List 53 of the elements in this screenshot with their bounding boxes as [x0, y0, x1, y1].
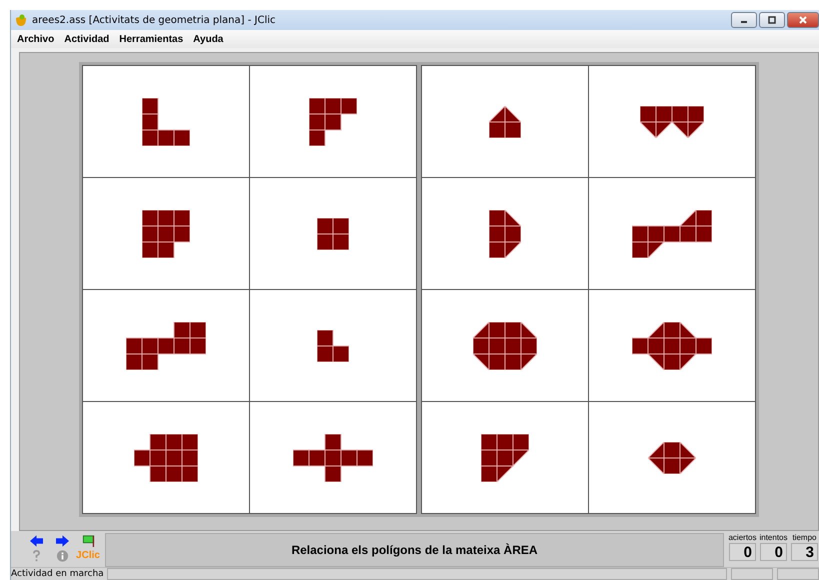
puzzle-card[interactable]	[83, 402, 249, 513]
menu-item[interactable]: Herramientas	[119, 34, 184, 44]
polygon-drawing	[317, 218, 349, 250]
counter-label: tiempo	[792, 533, 816, 543]
status-panel	[731, 568, 773, 580]
polygon-drawing	[142, 98, 190, 146]
polygon-drawing	[489, 210, 521, 258]
puzzle-card[interactable]	[422, 66, 588, 177]
polygon-drawing	[317, 330, 349, 362]
close-button[interactable]	[787, 12, 819, 28]
polygon-drawing	[134, 434, 198, 482]
forward-arrow-icon[interactable]	[56, 534, 68, 546]
puzzle-card[interactable]	[83, 290, 249, 401]
menu-item[interactable]: Actividad	[64, 34, 110, 44]
puzzle-card[interactable]	[83, 66, 249, 177]
menu-item[interactable]: Archivo	[17, 34, 54, 44]
puzzle-card[interactable]	[250, 290, 416, 401]
counter-label: aciertos	[728, 533, 756, 543]
back-arrow-icon[interactable]	[30, 534, 42, 546]
info-icon[interactable]	[56, 550, 68, 562]
polygon-drawing	[309, 98, 357, 146]
puzzle-card[interactable]	[83, 178, 249, 289]
puzzle-card[interactable]	[589, 66, 755, 177]
status-panel	[777, 568, 819, 580]
app-icon	[15, 14, 27, 26]
counter-value: 0	[760, 543, 787, 561]
activity-message: Relaciona els polígons de la mateixa ÀREA	[105, 533, 724, 567]
minimize-button[interactable]	[731, 12, 757, 28]
puzzle-card[interactable]	[589, 402, 755, 513]
polygon-drawing	[489, 106, 521, 138]
counter-label: intentos	[759, 533, 788, 543]
puzzle-card[interactable]	[589, 178, 755, 289]
polygon-drawing	[481, 434, 529, 482]
puzzle-card[interactable]	[250, 402, 416, 513]
polygon-drawing	[648, 442, 696, 474]
puzzle-card[interactable]	[250, 66, 416, 177]
puzzle-card[interactable]	[422, 402, 588, 513]
counter-value: 3	[791, 543, 818, 561]
flag-icon[interactable]	[82, 534, 94, 546]
maximize-button[interactable]	[759, 12, 785, 28]
puzzle-card[interactable]	[250, 178, 416, 289]
menu-item[interactable]: Ayuda	[193, 34, 224, 44]
close-icon	[799, 16, 807, 24]
window-title: arees2.ass [Activitats de geometria plana] - JClic	[32, 14, 276, 26]
maximize-icon	[768, 16, 776, 24]
counter-value: 0	[729, 543, 756, 561]
polygon-drawing	[473, 322, 537, 370]
polygon-drawing	[142, 210, 190, 258]
puzzle-card[interactable]	[422, 290, 588, 401]
puzzle-card[interactable]	[589, 290, 755, 401]
status-text: Actividad en marcha	[11, 568, 103, 580]
puzzle-card[interactable]	[422, 178, 588, 289]
polygon-drawing	[640, 106, 704, 138]
